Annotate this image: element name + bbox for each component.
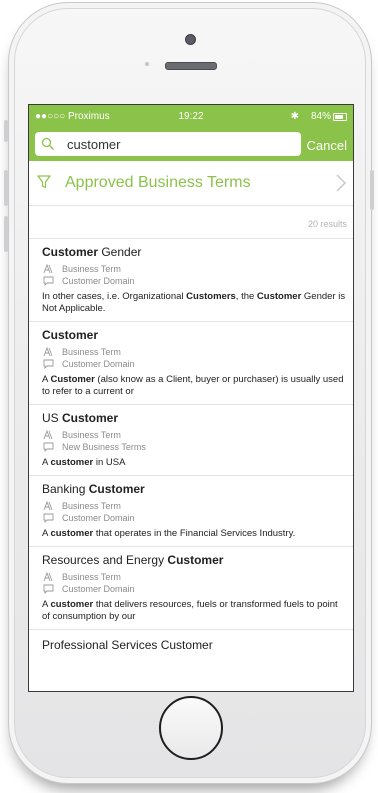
- battery-percent: 84%: [310, 111, 331, 122]
- power-button: [370, 170, 374, 210]
- result-item[interactable]: US Customer Business Term New Business Ter…: [29, 405, 353, 476]
- results-list: Customer Gender Business Term Customer Dom…: [29, 239, 353, 630]
- result-title: US Customer: [42, 411, 347, 425]
- business-term-icon: [42, 500, 54, 511]
- business-term-icon: [42, 263, 54, 274]
- text-run: Customer: [167, 553, 224, 567]
- text-run: Customer: [42, 245, 99, 259]
- result-domain-label: New Business Terms: [62, 442, 146, 452]
- mute-switch: [4, 120, 8, 142]
- text-run: Customer: [50, 374, 95, 385]
- result-type-label: Business Term: [62, 430, 121, 440]
- text-run: , the: [235, 291, 257, 302]
- results-count: 20 results: [29, 206, 353, 239]
- text-run: Customer: [256, 291, 302, 302]
- text-run: Banking: [42, 482, 89, 496]
- result-title: Customer: [42, 328, 347, 342]
- result-type: Business Term: [42, 500, 347, 512]
- result-description: A Customer (also know as a Client, buyer…: [42, 374, 347, 398]
- search-bar: Cancel: [29, 129, 353, 161]
- result-title: Resources and Energy Customer: [42, 553, 347, 567]
- battery-icon: [333, 113, 347, 121]
- result-domain: Customer Domain: [42, 275, 347, 287]
- clock: 19:22: [178, 111, 204, 122]
- text-run: that operates in the Financial Services …: [93, 528, 296, 539]
- text-run: In other cases, i.e. Organizational: [42, 291, 187, 302]
- volume-up-button: [4, 170, 8, 206]
- result-type: Business Term: [42, 263, 347, 275]
- filter-selector[interactable]: Approved Business Terms: [29, 161, 353, 206]
- text-run: Customer: [62, 411, 119, 425]
- result-item[interactable]: Banking Customer Business Term Customer Do…: [29, 476, 353, 547]
- result-domain-label: Customer Domain: [62, 513, 135, 523]
- result-type: Business Term: [42, 571, 347, 583]
- result-item[interactable]: Customer Business Term Customer Domain A Cu…: [29, 322, 353, 405]
- bluetooth-icon: ✱: [290, 111, 299, 122]
- result-domain: Customer Domain: [42, 358, 347, 370]
- earpiece-speaker: [165, 62, 217, 70]
- result-type-label: Business Term: [62, 347, 121, 357]
- result-description: In other cases, i.e. Organizational Cust…: [42, 291, 347, 315]
- volume-down-button: [4, 216, 8, 252]
- result-domain: Customer Domain: [42, 583, 347, 595]
- cancel-button[interactable]: Cancel: [307, 138, 347, 153]
- cut-off-list-item[interactable]: Professional Services Customer: [29, 630, 353, 652]
- result-title: Banking Customer: [42, 482, 347, 496]
- filter-title: Approved Business Terms: [65, 174, 251, 191]
- result-domain: Customer Domain: [42, 512, 347, 524]
- result-description: A customer that operates in the Financia…: [42, 528, 347, 540]
- text-run: Customer: [42, 328, 99, 342]
- result-item[interactable]: Resources and Energy Customer Business Te…: [29, 547, 353, 630]
- text-run: Resources and Energy: [42, 553, 168, 567]
- result-description: A customer in USA: [42, 457, 347, 469]
- app-screen: ●●○○○ Proximus 19:22 ✱ 84% Cancel Approv…: [28, 104, 354, 692]
- result-domain-label: Customer Domain: [62, 276, 135, 286]
- search-field[interactable]: [35, 132, 301, 156]
- text-run: in USA: [93, 457, 126, 468]
- filter-icon: [37, 175, 51, 194]
- text-run: Customer: [88, 482, 145, 496]
- speech-bubble-icon: [42, 276, 54, 287]
- chevron-right-icon: [335, 173, 347, 198]
- text-run: customer: [50, 528, 94, 539]
- result-type-label: Business Term: [62, 501, 121, 511]
- speech-bubble-icon: [42, 359, 54, 370]
- text-run: Gender: [98, 245, 142, 259]
- business-term-icon: [42, 571, 54, 582]
- search-icon: [41, 134, 61, 154]
- result-type: Business Term: [42, 429, 347, 441]
- speech-bubble-icon: [42, 584, 54, 595]
- result-domain-label: Customer Domain: [62, 584, 135, 594]
- result-title: Customer Gender: [42, 245, 347, 259]
- front-camera: [185, 34, 196, 45]
- business-term-icon: [42, 429, 54, 440]
- status-bar: ●●○○○ Proximus 19:22 ✱ 84%: [29, 105, 353, 129]
- text-run: customer: [50, 457, 94, 468]
- result-item[interactable]: Customer Gender Business Term Customer Dom…: [29, 239, 353, 322]
- text-run: Customers: [186, 291, 236, 302]
- result-description: A customer that delivers resources, fuel…: [42, 599, 347, 623]
- result-domain: New Business Terms: [42, 441, 347, 453]
- result-type-label: Business Term: [62, 572, 121, 582]
- search-input[interactable]: [67, 136, 287, 152]
- text-run: US: [42, 411, 63, 425]
- home-button[interactable]: [159, 696, 223, 760]
- text-run: customer: [50, 599, 94, 610]
- result-type: Business Term: [42, 346, 347, 358]
- business-term-icon: [42, 346, 54, 357]
- result-domain-label: Customer Domain: [62, 359, 135, 369]
- result-type-label: Business Term: [62, 264, 121, 274]
- proximity-sensor: [145, 62, 149, 66]
- speech-bubble-icon: [42, 442, 54, 453]
- speech-bubble-icon: [42, 513, 54, 524]
